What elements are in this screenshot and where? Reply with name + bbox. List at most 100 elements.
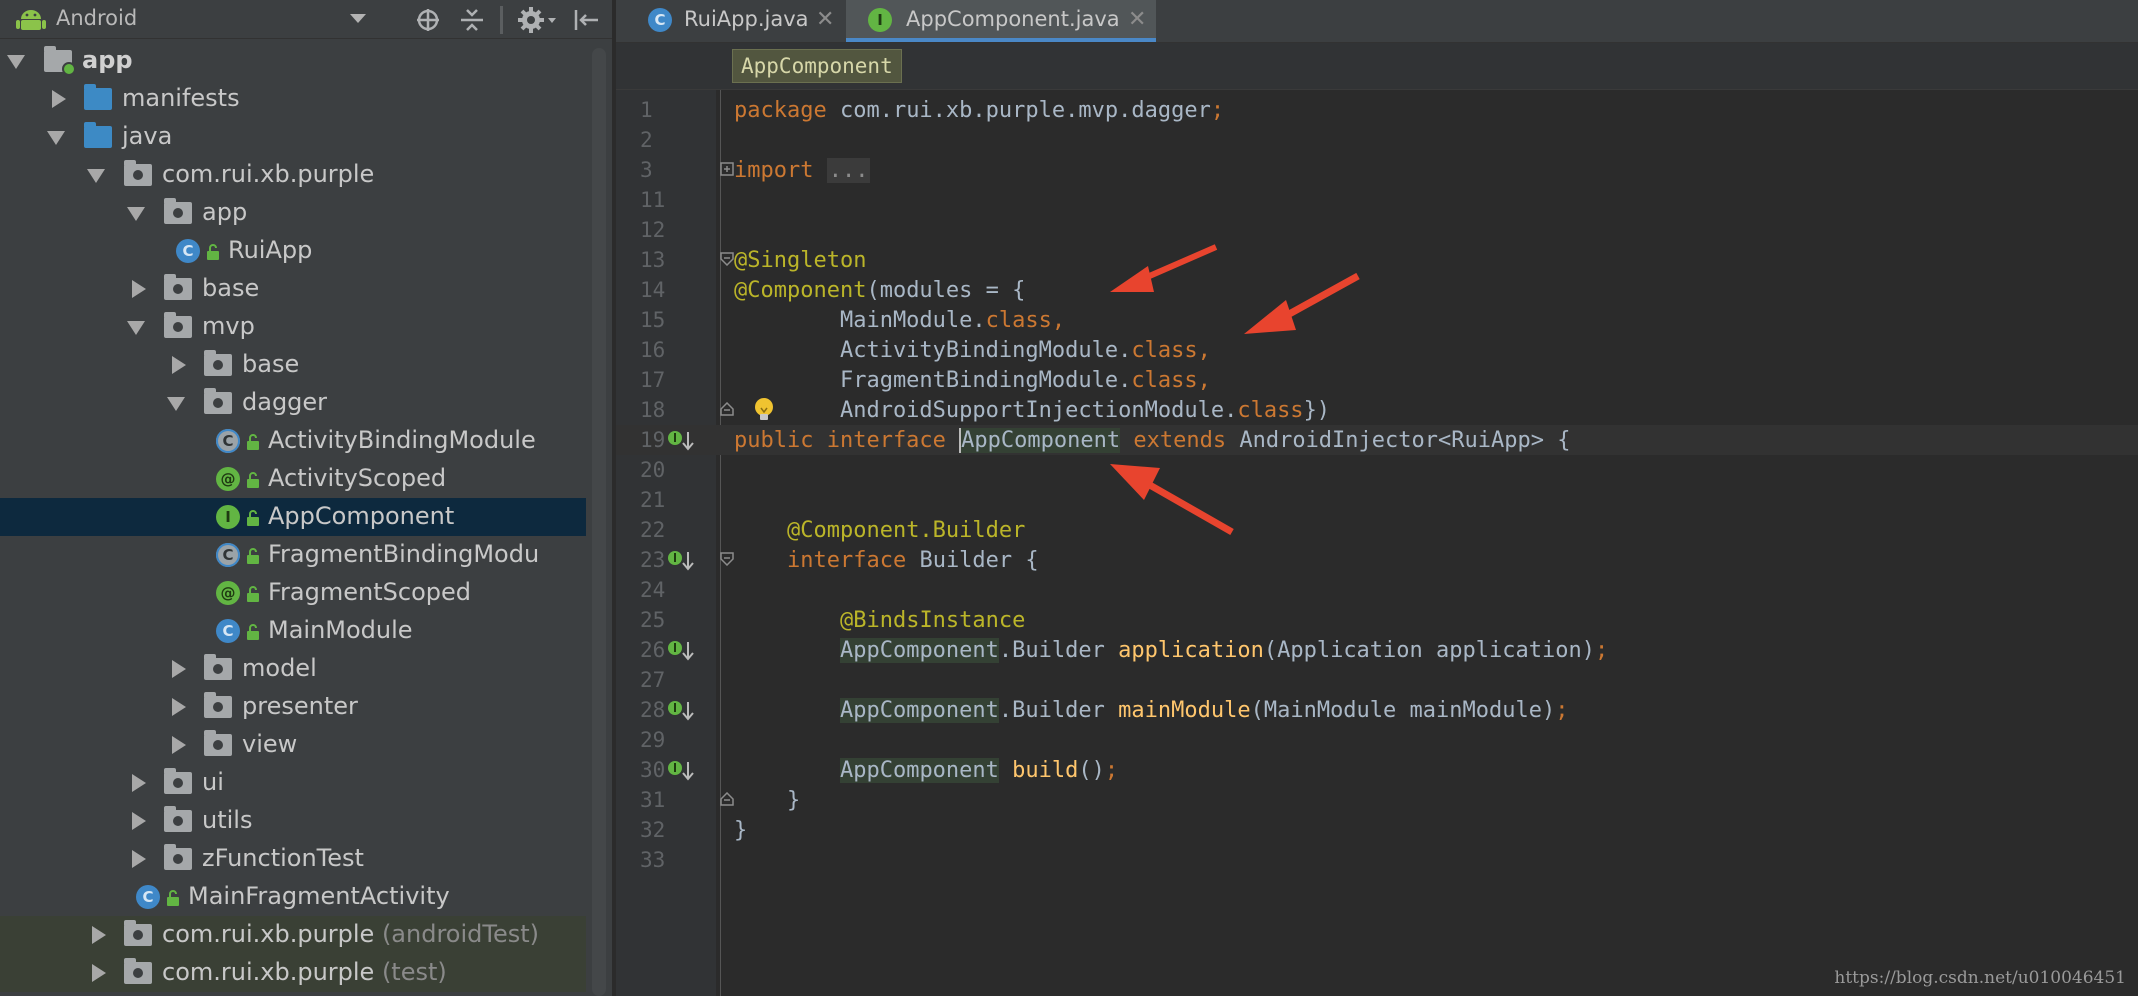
line-number[interactable]: 31 — [640, 788, 700, 812]
tree-item[interactable]: C FragmentBindingModu — [0, 536, 586, 574]
tree-item[interactable]: C ActivityBindingModule — [0, 422, 586, 460]
chevron-right-icon[interactable] — [92, 964, 106, 982]
tree-item[interactable]: ui — [0, 764, 586, 802]
line-number[interactable]: 13 — [640, 248, 700, 272]
fold-collapse-icon[interactable] — [720, 402, 734, 416]
code-line[interactable]: 13 @Singleton — [616, 245, 2138, 275]
code-text[interactable]: interface Builder { — [734, 548, 1039, 573]
chevron-right-icon[interactable] — [92, 926, 106, 944]
tree-item[interactable]: com.rui.xb.purple (androidTest) — [0, 916, 586, 954]
code-line[interactable]: 22 @Component.Builder — [616, 515, 2138, 545]
code-text[interactable]: import ... — [734, 158, 871, 183]
code-line[interactable]: 1 package com.rui.xb.purple.mvp.dagger; — [616, 95, 2138, 125]
tree-item[interactable]: com.rui.xb.purple — [0, 156, 586, 194]
line-number[interactable]: 15 — [640, 308, 700, 332]
chevron-right-icon[interactable] — [132, 850, 146, 868]
code-line[interactable]: 12 — [616, 215, 2138, 245]
tree-item[interactable]: mvp — [0, 308, 586, 346]
chevron-down-icon[interactable] — [87, 169, 105, 183]
code-line[interactable]: 18 AndroidSupportInjectionModule.class}) — [616, 395, 2138, 425]
code-line[interactable]: 19 public interface AppComponent extends … — [616, 425, 2138, 455]
line-number[interactable]: 21 — [640, 488, 700, 512]
chevron-down-icon[interactable] — [167, 397, 185, 411]
code-line[interactable]: 32} — [616, 815, 2138, 845]
code-line[interactable]: 16 ActivityBindingModule.class, — [616, 335, 2138, 365]
implemented-icon[interactable] — [668, 700, 698, 722]
code-line[interactable]: 11 — [616, 185, 2138, 215]
fold-expand-icon[interactable] — [720, 162, 734, 176]
line-number[interactable]: 17 — [640, 368, 700, 392]
tree-item[interactable]: zFunctionTest — [0, 840, 586, 878]
code-text[interactable]: } — [734, 788, 800, 813]
code-line[interactable]: 21 — [616, 485, 2138, 515]
line-number[interactable]: 18 — [640, 398, 700, 422]
tree-item[interactable]: C RuiApp — [0, 232, 586, 270]
close-icon[interactable]: ✕ — [1128, 7, 1146, 32]
code-text[interactable]: @Component(modules = { — [734, 278, 1025, 303]
line-number[interactable]: 14 — [640, 278, 700, 302]
tab-ruiapp[interactable]: C RuiApp.java ✕ — [630, 0, 846, 42]
code-line[interactable]: 15 MainModule.class, — [616, 305, 2138, 335]
chevron-right-icon[interactable] — [132, 774, 146, 792]
code-text[interactable]: @BindsInstance — [734, 608, 1025, 633]
line-number[interactable]: 22 — [640, 518, 700, 542]
code-text[interactable]: MainModule.class, — [734, 308, 1065, 333]
chevron-right-icon[interactable] — [52, 90, 66, 108]
project-tree-scrollbar[interactable] — [592, 48, 606, 996]
line-number[interactable]: 20 — [640, 458, 700, 482]
tree-item[interactable]: app — [0, 42, 586, 80]
code-line[interactable]: 20 — [616, 455, 2138, 485]
tree-item[interactable]: manifests — [0, 80, 586, 118]
tree-item[interactable]: C MainFragmentActivity — [0, 878, 586, 916]
tree-item[interactable]: utils — [0, 802, 586, 840]
code-line[interactable]: 3 import ... — [616, 155, 2138, 185]
chevron-right-icon[interactable] — [172, 698, 186, 716]
code-text[interactable]: AppComponent.Builder mainModule(MainModu… — [734, 698, 1568, 723]
settings-icon[interactable] — [518, 6, 558, 34]
implemented-icon[interactable] — [668, 760, 698, 782]
chevron-right-icon[interactable] — [172, 736, 186, 754]
tree-item[interactable]: base — [0, 270, 586, 308]
line-number[interactable]: 1 — [640, 98, 700, 122]
close-icon[interactable]: ✕ — [816, 7, 834, 32]
chevron-right-icon[interactable] — [132, 812, 146, 830]
tree-item[interactable]: com.rui.xb.purple (test) — [0, 954, 586, 992]
line-number[interactable]: 16 — [640, 338, 700, 362]
tree-item[interactable]: model — [0, 650, 586, 688]
code-line[interactable]: 17 FragmentBindingModule.class, — [616, 365, 2138, 395]
chevron-right-icon[interactable] — [172, 356, 186, 374]
tree-item[interactable]: app — [0, 194, 586, 232]
code-line[interactable]: 31 } — [616, 785, 2138, 815]
breadcrumb-item[interactable]: AppComponent — [732, 49, 902, 83]
code-area[interactable]: 1 package com.rui.xb.purple.mvp.dagger; 2 3… — [616, 90, 2138, 996]
code-line[interactable]: 26 AppComponent.Builder application(Appl… — [616, 635, 2138, 665]
tree-item[interactable]: C MainModule — [0, 612, 586, 650]
line-number[interactable]: 33 — [640, 848, 700, 872]
tree-item[interactable]: presenter — [0, 688, 586, 726]
code-text[interactable]: AppComponent build(); — [734, 758, 1118, 783]
fold-collapse-icon[interactable] — [720, 552, 734, 566]
chevron-down-icon[interactable] — [47, 131, 65, 145]
code-line[interactable]: 27 — [616, 665, 2138, 695]
chevron-down-icon[interactable] — [127, 207, 145, 221]
chevron-down-icon[interactable] — [127, 321, 145, 335]
line-number[interactable]: 11 — [640, 188, 700, 212]
tree-item[interactable]: @ ActivityScoped — [0, 460, 586, 498]
line-number[interactable]: 25 — [640, 608, 700, 632]
line-number[interactable]: 32 — [640, 818, 700, 842]
implemented-icon[interactable] — [668, 640, 698, 662]
tree-item[interactable]: view — [0, 726, 586, 764]
code-text[interactable]: package com.rui.xb.purple.mvp.dagger; — [734, 98, 1224, 123]
code-line[interactable]: 29 — [616, 725, 2138, 755]
code-text[interactable]: @Component.Builder — [734, 518, 1025, 543]
collapse-all-icon[interactable] — [458, 6, 486, 34]
line-number[interactable]: 12 — [640, 218, 700, 242]
code-text[interactable]: FragmentBindingModule.class, — [734, 368, 1211, 393]
code-line[interactable]: 33 — [616, 845, 2138, 875]
project-view-selector[interactable]: Android — [56, 6, 137, 30]
fold-collapse-icon[interactable] — [720, 792, 734, 806]
code-line[interactable]: 24 — [616, 575, 2138, 605]
code-line[interactable]: 30 AppComponent build(); — [616, 755, 2138, 785]
code-line[interactable]: 25 @BindsInstance — [616, 605, 2138, 635]
chevron-down-icon[interactable] — [350, 14, 366, 23]
